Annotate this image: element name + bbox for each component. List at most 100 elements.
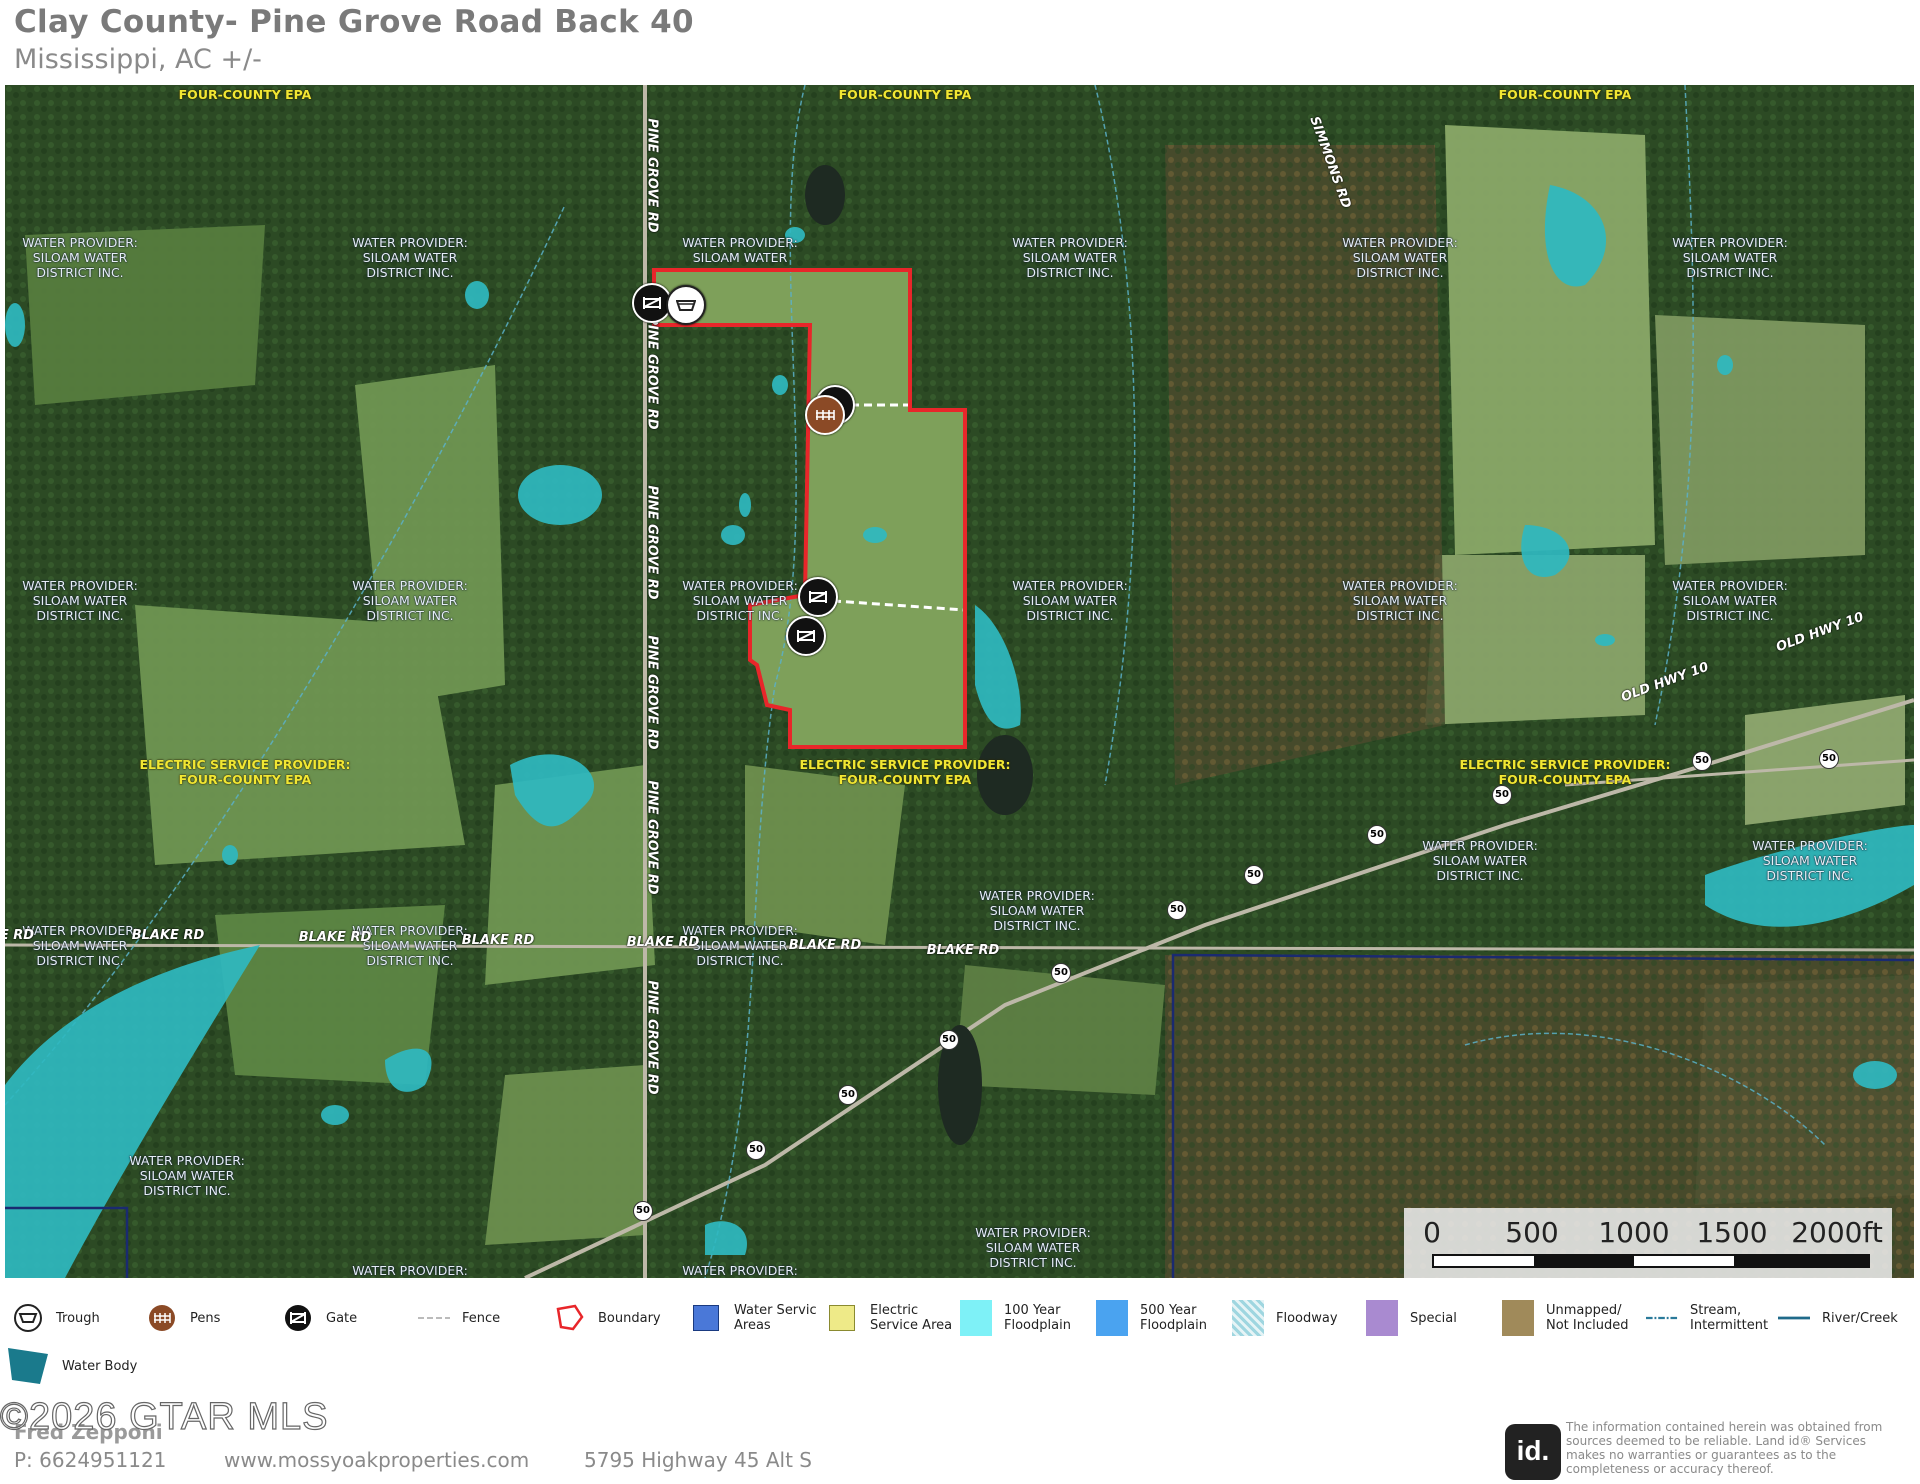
road-label-pine-grove: PINE GROVE RD (644, 485, 660, 600)
water-body-icon (6, 1346, 50, 1386)
scale-tick: 500 (1505, 1216, 1559, 1249)
scale-segment (1734, 1256, 1868, 1266)
water-provider-label: WATER PROVIDER: SILOAM WATER DISTRICT INC. (129, 1153, 245, 1198)
electric-label: ELECTRIC SERVICE PROVIDER: FOUR-COUNTY EP… (799, 757, 1011, 787)
water-provider-label: WATER PROVIDER: SILOAM WATER DISTRICT INC. (682, 578, 798, 623)
map-imagery (5, 85, 1914, 1278)
legend-item-river: River/Creek (1778, 1302, 1898, 1334)
electric-label: FOUR-COUNTY EPA (1498, 87, 1632, 102)
water-service-icon (690, 1302, 722, 1334)
legend-item-gate: Gate (282, 1302, 357, 1334)
highway-50-shield: 50 (1492, 785, 1512, 805)
highway-50-shield: 50 (1167, 900, 1187, 920)
special-icon (1366, 1300, 1398, 1336)
water-provider-label: WATER PROVIDER: (352, 1263, 468, 1278)
gate-icon[interactable] (786, 616, 826, 656)
road-label-blake: BLAKE RD (131, 928, 205, 943)
floodplain-500-icon (1096, 1300, 1128, 1336)
electric-label: FOUR-COUNTY EPA (838, 87, 972, 102)
water-provider-label: WATER PROVIDER: SILOAM WATER DISTRICT INC. (1342, 578, 1458, 623)
water-provider-label: WATER PROVIDER: SILOAM WATER DISTRICT INC. (352, 578, 468, 623)
legend-item-floodplain-100: 100 Year Floodplain (960, 1300, 1071, 1336)
highway-50-shield: 50 (939, 1030, 959, 1050)
scale-tick: 1500 (1696, 1216, 1768, 1249)
electric-label: ELECTRIC SERVICE PROVIDER: FOUR-COUNTY EP… (139, 757, 351, 787)
water-provider-label: WATER PROVIDER: SILOAM WATER (682, 235, 798, 265)
water-provider-label: WATER PROVIDER: SILOAM WATER DISTRICT INC. (1752, 838, 1868, 883)
legend-item-water-body: Water Body (6, 1346, 137, 1386)
legend-item-trough: Trough (12, 1302, 100, 1334)
water-provider-label: WATER PROVIDER: SILOAM WATER DISTRICT INC. (22, 235, 138, 280)
highway-50-shield: 50 (1244, 865, 1264, 885)
aerial-map[interactable]: FOUR-COUNTY EPA FOUR-COUNTY EPA FOUR-COU… (5, 85, 1914, 1278)
legend-item-floodway: Floodway (1232, 1300, 1338, 1336)
floodway-icon (1232, 1300, 1264, 1336)
water-provider-label: WATER PROVIDER: SILOAM WATER DISTRICT INC. (979, 888, 1095, 933)
legend-item-unmapped: Unmapped/Not Included (1502, 1300, 1628, 1336)
legend-item-special: Special (1366, 1300, 1457, 1336)
land-id-logo: id. (1505, 1424, 1561, 1480)
map-subtitle: Mississippi, AC +/- (14, 44, 262, 75)
scale-bar: 0 500 1000 1500 2000ft (1404, 1208, 1892, 1278)
road-label-pine-grove: PINE GROVE RD (644, 118, 660, 233)
water-provider-label: WATER PROVIDER: SILOAM WATER DISTRICT INC. (1012, 578, 1128, 623)
highway-50-shield: 50 (838, 1085, 858, 1105)
scale-tick: 0 (1423, 1216, 1441, 1249)
legend-item-fence: Fence (418, 1302, 500, 1334)
legend-item-boundary: Boundary (554, 1302, 661, 1334)
legend-item-pens: Pens (146, 1302, 220, 1334)
water-provider-label: WATER PROVIDER: SILOAM WATER DISTRICT INC. (1012, 235, 1128, 280)
road-label-pine-grove: PINE GROVE RD (644, 635, 660, 750)
disclaimer-text: The information contained herein was obt… (1566, 1420, 1883, 1476)
gate-icon[interactable] (798, 577, 838, 617)
road-label-blake: BLAKE RD (298, 930, 372, 945)
electric-label: ELECTRIC SERVICE PROVIDER: FOUR-COUNTY EP… (1459, 757, 1671, 787)
water-provider-label: WATER PROVIDER: SILOAM WATER DISTRICT INC. (1422, 838, 1538, 883)
stream-icon (1646, 1302, 1678, 1334)
road-label-pine-grove: PINE GROVE RD (644, 315, 660, 430)
unmapped-icon (1502, 1300, 1534, 1336)
scale-segment (1534, 1256, 1634, 1266)
water-provider-label: WATER PROVIDER: SILOAM WATER DISTRICT INC. (22, 923, 138, 968)
legend-item-stream: Stream, Intermittent (1646, 1302, 1768, 1334)
road-label-pine-grove: PINE GROVE RD (644, 780, 660, 895)
legend-item-electric-service: Electric Service Area (826, 1302, 952, 1334)
road-label-blake: BLAKE RD (461, 933, 535, 948)
water-provider-label: WATER PROVIDER: SILOAM WATER DISTRICT INC. (975, 1225, 1091, 1270)
office-address: 5795 Highway 45 Alt S (584, 1448, 812, 1472)
gate-icon (282, 1302, 314, 1334)
pens-icon[interactable] (805, 395, 845, 435)
water-provider-label: WATER PROVIDER: SILOAM WATER DISTRICT INC. (1672, 235, 1788, 280)
website-link[interactable]: www.mossyoakproperties.com (224, 1448, 529, 1472)
scale-track (1432, 1254, 1870, 1268)
map-title: Clay County- Pine Grove Road Back 40 (14, 4, 694, 40)
legend-item-water-service: Water Servic Areas (690, 1302, 817, 1334)
road-label-blake: BLAKE RD (926, 943, 1000, 958)
water-provider-label: WATER PROVIDER: SILOAM WATER DISTRICT INC. (22, 578, 138, 623)
river-icon (1778, 1302, 1810, 1334)
highway-50-shield: 50 (1692, 751, 1712, 771)
electric-label: FOUR-COUNTY EPA (178, 87, 312, 102)
pens-icon (146, 1302, 178, 1334)
fence-icon (418, 1302, 450, 1334)
road-label-blake: BLAKE RD (626, 935, 700, 950)
scale-tick: 2000ft (1791, 1216, 1883, 1249)
water-provider-label: WATER PROVIDER: SILOAM WATER DISTRICT INC. (1342, 235, 1458, 280)
trough-icon[interactable] (666, 285, 706, 325)
electric-service-icon (826, 1302, 858, 1334)
highway-50-shield: 50 (633, 1201, 653, 1221)
legend-item-floodplain-500: 500 Year Floodplain (1096, 1300, 1207, 1336)
scale-tick: 1000 (1598, 1216, 1670, 1249)
copyright-watermark: ©2026 GTAR MLS (0, 1395, 329, 1438)
agent-phone: P: 6624951121 (14, 1448, 167, 1472)
highway-50-shield: 50 (1819, 749, 1839, 769)
water-provider-label: WATER PROVIDER: SILOAM WATER DISTRICT INC. (352, 235, 468, 280)
floodplain-100-icon (960, 1300, 992, 1336)
highway-50-shield: 50 (1367, 825, 1387, 845)
road-label-blake: BLAKE RD (788, 938, 862, 953)
map-header: Clay County- Pine Grove Road Back 40 Mis… (14, 4, 694, 75)
water-provider-label: WATER PROVIDER: SILOAM WATER DISTRICT INC. (1672, 578, 1788, 623)
trough-icon (12, 1302, 44, 1334)
boundary-icon (554, 1302, 586, 1334)
road-label-pine-grove: PINE GROVE RD (644, 980, 660, 1095)
